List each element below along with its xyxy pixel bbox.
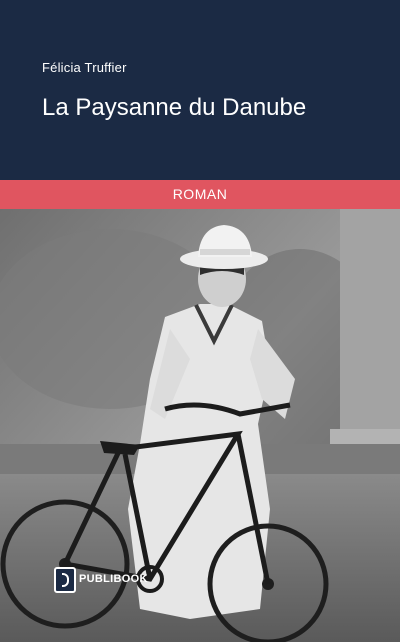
book-cover: Félicia Truffier La Paysanne du Danube R…: [0, 0, 400, 642]
cover-header: Félicia Truffier La Paysanne du Danube: [0, 0, 400, 180]
publisher-name: PUBLIBOOK: [79, 573, 148, 585]
author-name: Félicia Truffier: [42, 60, 127, 75]
publisher-logo: PUBLIBOOK: [54, 565, 147, 595]
publisher-p-icon: [54, 567, 76, 593]
book-title: La Paysanne du Danube: [42, 94, 307, 121]
genre-label: ROMAN: [172, 186, 228, 202]
genre-band: ROMAN: [0, 180, 400, 209]
